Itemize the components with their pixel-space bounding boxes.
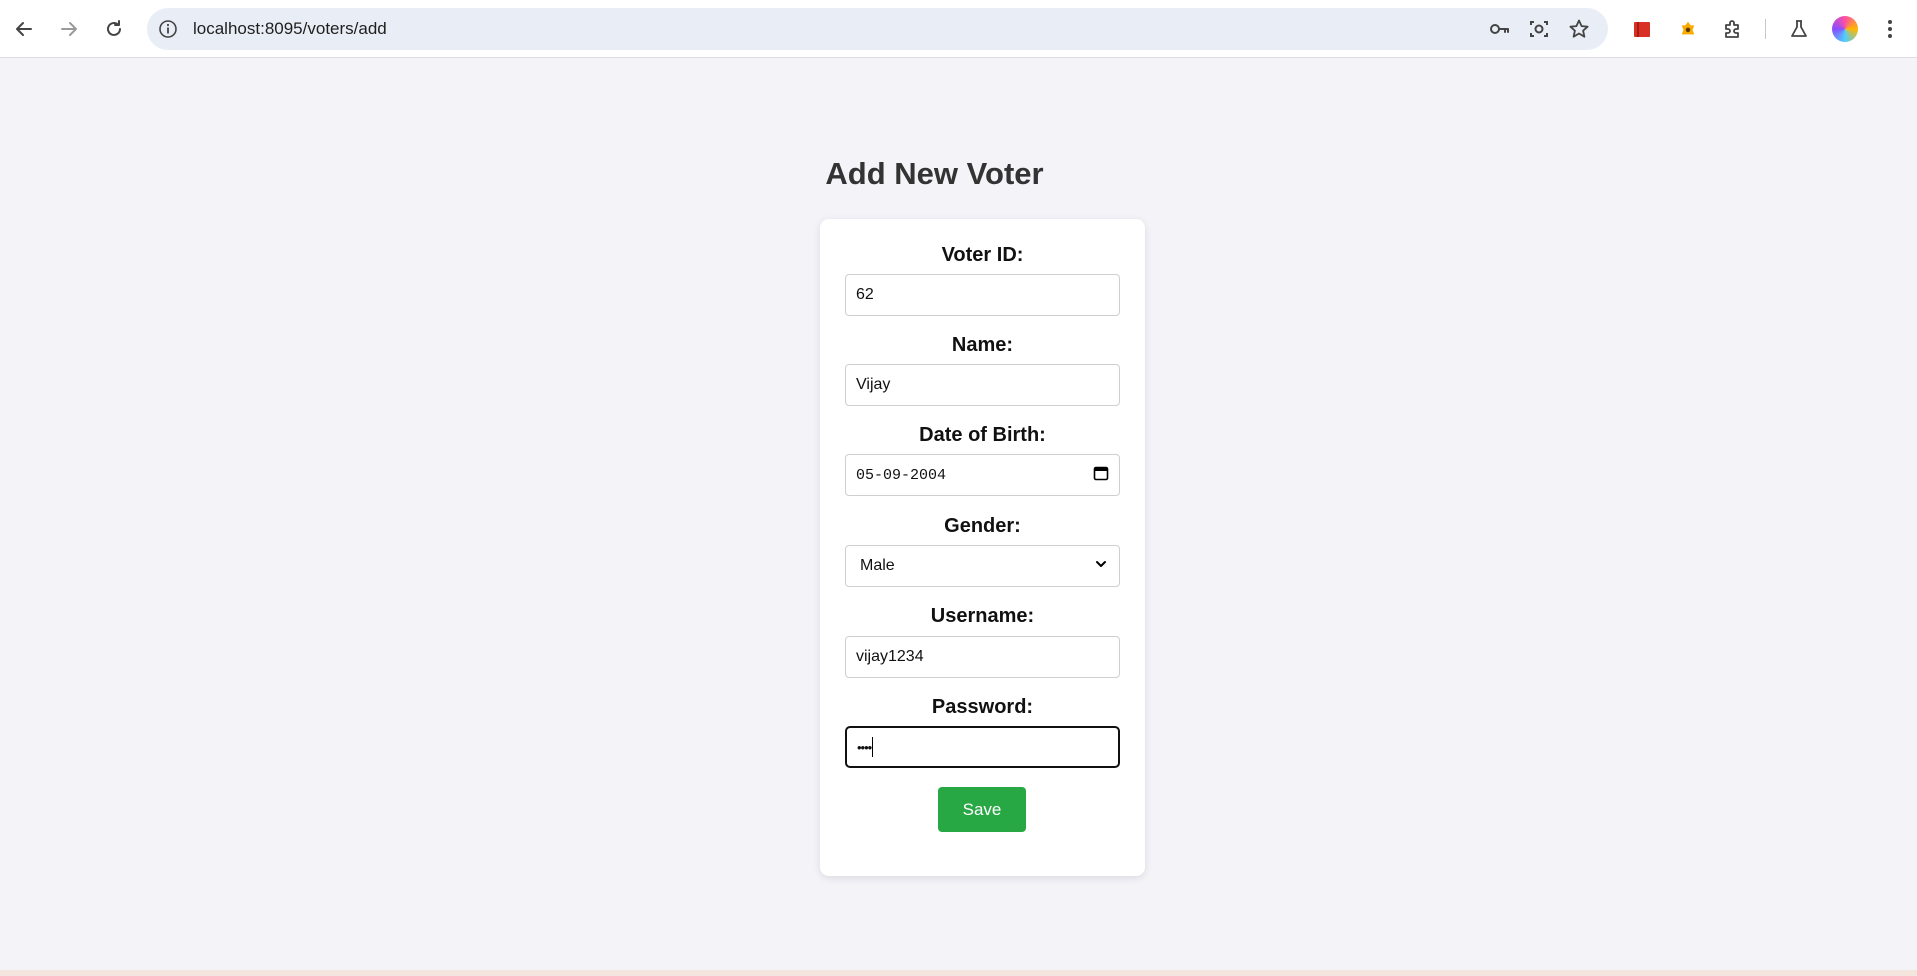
username-value: vijay1234 <box>856 648 924 665</box>
name-input[interactable]: Vijay <box>845 364 1120 406</box>
voter-id-input[interactable]: 62 <box>845 274 1120 316</box>
back-icon[interactable] <box>6 11 42 47</box>
url-text[interactable]: localhost:8095/voters/add <box>193 19 387 39</box>
toolbar-divider <box>1765 19 1766 39</box>
name-label: Name: <box>951 334 1014 356</box>
calendar-icon[interactable] <box>1093 465 1109 486</box>
lens-icon[interactable] <box>1527 17 1551 41</box>
site-info-icon[interactable] <box>156 17 180 41</box>
text-caret <box>872 737 874 757</box>
chevron-down-icon <box>1095 557 1107 575</box>
dob-input[interactable]: 05-09-2004 <box>845 454 1120 496</box>
extensions-puzzle-icon[interactable] <box>1719 15 1747 43</box>
bottom-edge <box>0 970 1917 976</box>
password-label: Password: <box>931 696 1034 718</box>
address-bar[interactable]: localhost:8095/voters/add <box>147 8 1608 50</box>
browser-toolbar: localhost:8095/voters/add <box>0 0 1917 58</box>
profile-avatar[interactable] <box>1832 16 1858 42</box>
more-menu-icon[interactable] <box>1878 15 1902 43</box>
bookmark-star-icon[interactable] <box>1567 17 1591 41</box>
voter-id-label: Voter ID: <box>941 244 1024 266</box>
password-value: •••• <box>857 739 872 755</box>
dob-label: Date of Birth: <box>919 424 1046 446</box>
gender-label: Gender: <box>944 515 1021 537</box>
dob-value: 05-09-2004 <box>856 466 947 484</box>
voter-id-value: 62 <box>856 286 874 303</box>
page-title: Add New Voter <box>825 156 1044 191</box>
save-button[interactable]: Save <box>938 787 1026 832</box>
gender-value: Male <box>860 557 895 574</box>
voter-form-card: Voter ID: 62 Name: Vijay Date of Birth: … <box>820 219 1145 876</box>
reload-icon[interactable] <box>96 11 132 47</box>
extension-red-icon[interactable] <box>1628 15 1656 43</box>
labs-flask-icon[interactable] <box>1785 15 1813 43</box>
name-value: Vijay <box>856 376 891 393</box>
username-label: Username: <box>930 605 1035 627</box>
password-key-icon[interactable] <box>1487 17 1511 41</box>
extension-yellow-icon[interactable] <box>1674 15 1702 43</box>
gender-select[interactable]: Male <box>845 545 1120 587</box>
username-input[interactable]: vijay1234 <box>845 636 1120 678</box>
password-input[interactable]: •••• <box>845 726 1120 768</box>
forward-icon[interactable] <box>51 11 87 47</box>
